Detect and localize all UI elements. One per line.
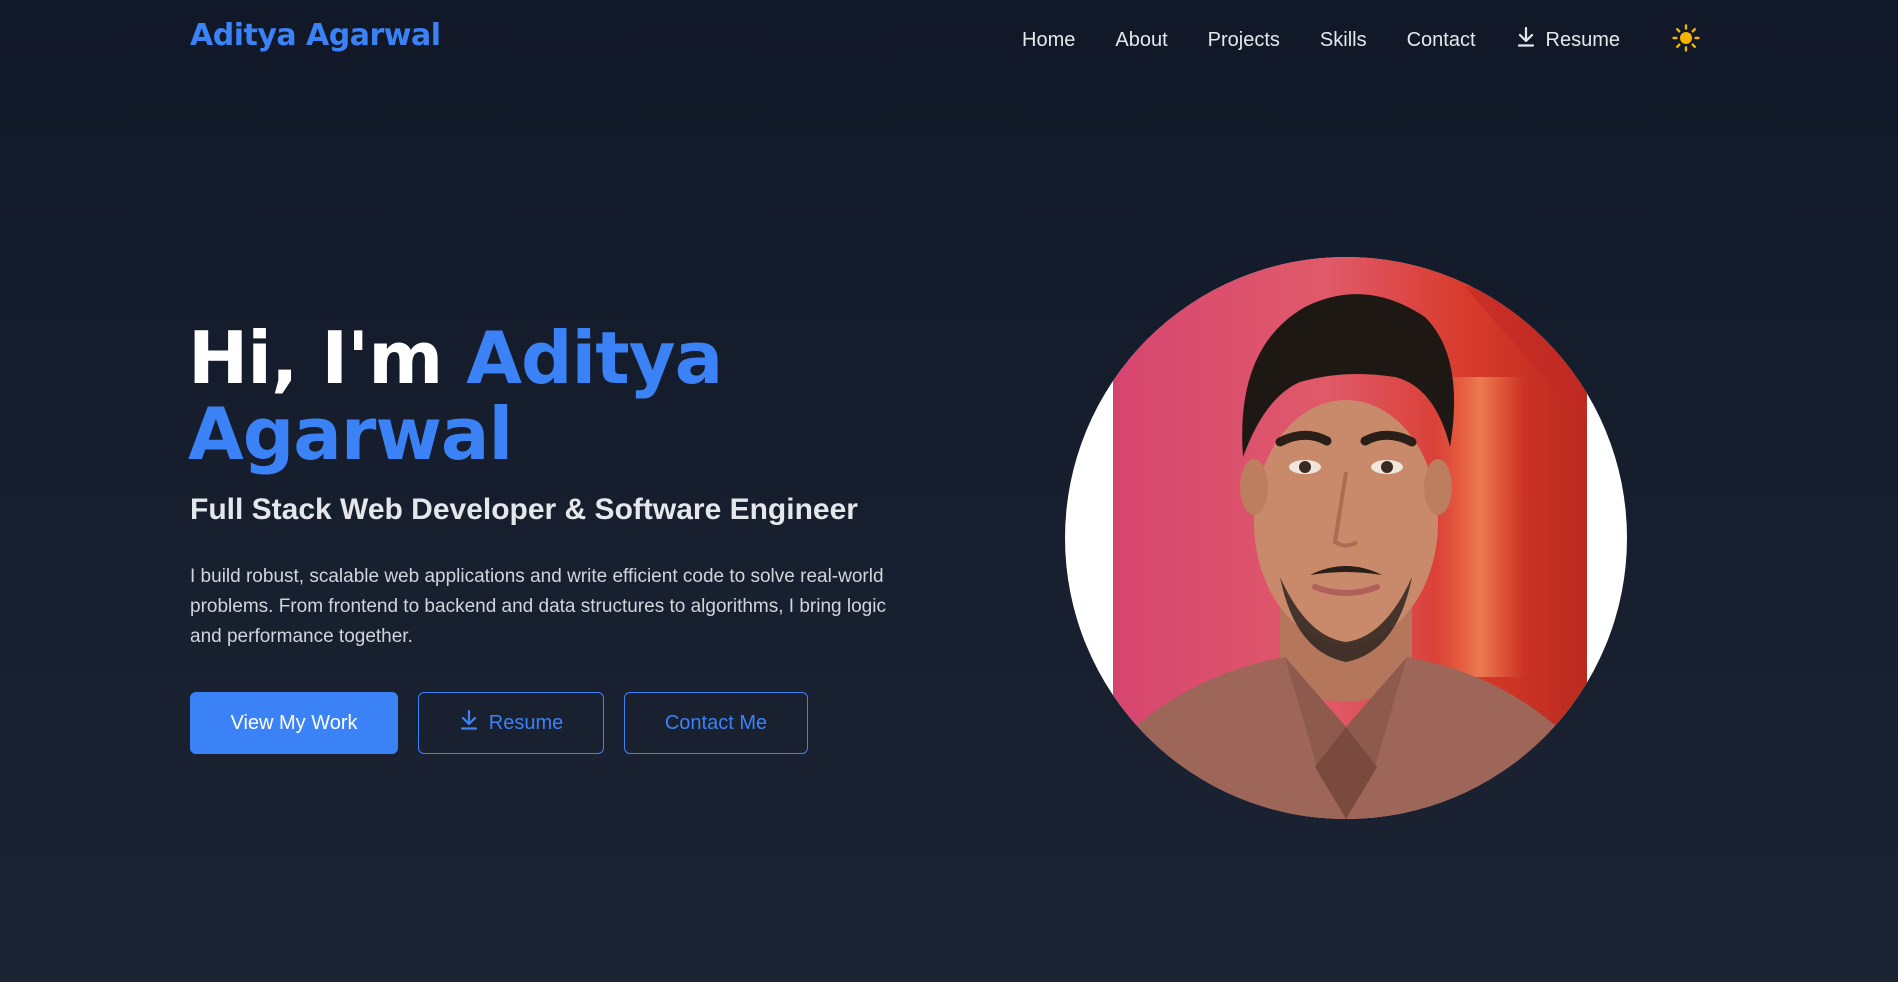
nav-projects[interactable]: Projects — [1208, 29, 1280, 52]
hero-greeting: Hi, I'm — [188, 316, 467, 400]
navbar: Aditya Agarwal Home About Projects Skill… — [0, 0, 1898, 80]
contact-button[interactable]: Contact Me — [624, 692, 808, 754]
download-icon — [459, 709, 479, 737]
nav-contact[interactable]: Contact — [1407, 29, 1476, 52]
resume-button[interactable]: Resume — [418, 692, 604, 754]
resume-button-label: Resume — [488, 711, 564, 734]
theme-toggle[interactable] — [1672, 24, 1700, 56]
hero-title: Hi, I'm Aditya Agarwal — [188, 320, 948, 472]
hero-subtitle: Full Stack Web Developer & Software Engi… — [190, 493, 858, 526]
view-work-button[interactable]: View My Work — [190, 692, 398, 754]
nav-resume-label: Resume — [1545, 28, 1620, 51]
profile-photo — [1065, 257, 1627, 819]
nav-links: Home About Projects Skills Contact Resum… — [1022, 24, 1700, 56]
download-icon — [1516, 26, 1536, 54]
nav-resume[interactable]: Resume — [1516, 26, 1620, 54]
hero-description: I build robust, scalable web application… — [190, 566, 886, 647]
hero-buttons: View My Work Resume Contact Me — [190, 692, 808, 754]
nav-home[interactable]: Home — [1022, 29, 1075, 52]
nav-skills[interactable]: Skills — [1320, 29, 1367, 52]
brand-logo[interactable]: Aditya Agarwal — [190, 18, 441, 53]
nav-about[interactable]: About — [1115, 29, 1167, 52]
sun-icon — [1672, 24, 1700, 56]
